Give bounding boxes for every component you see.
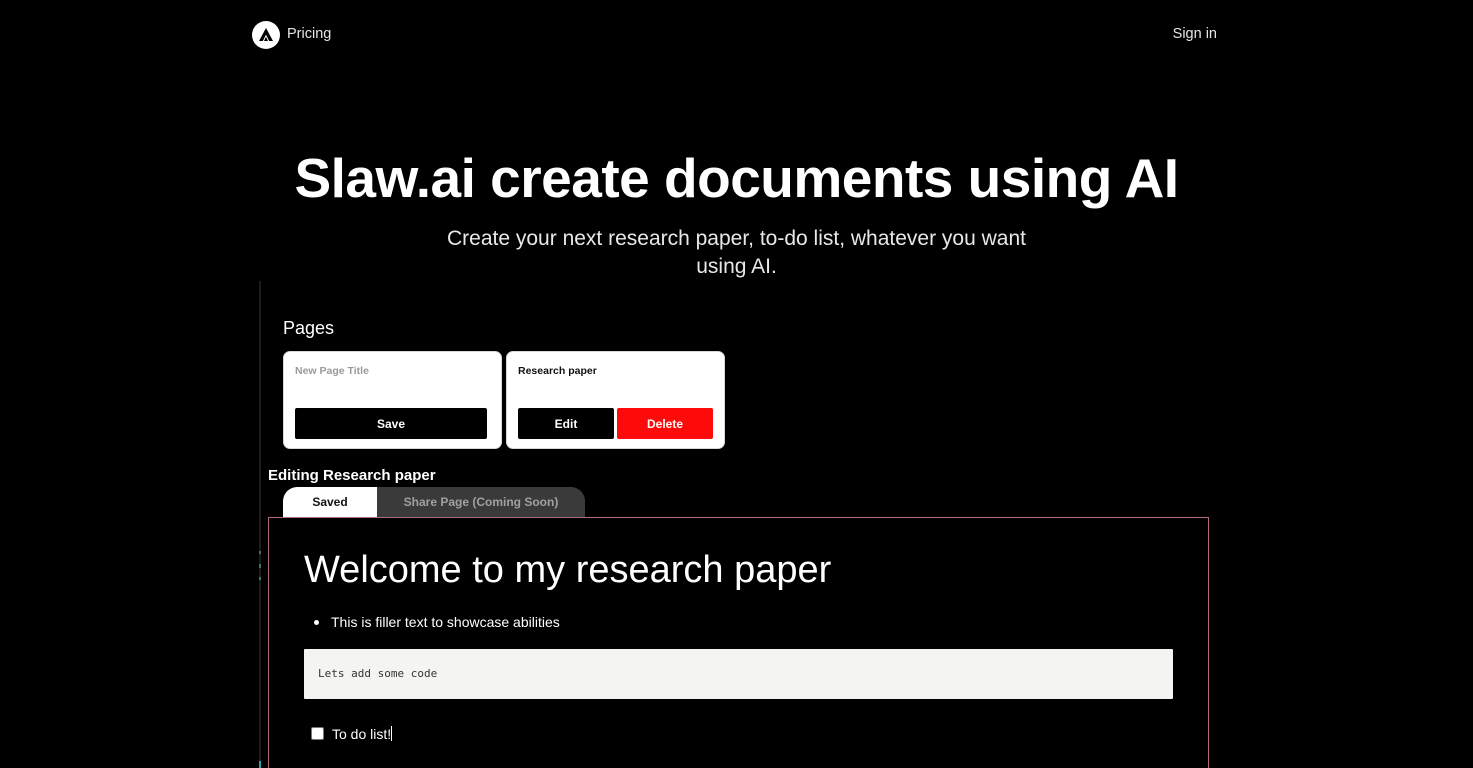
todo-label: To do list! (332, 726, 392, 742)
new-page-card: Save (283, 351, 502, 449)
demo-divider (259, 281, 261, 768)
nav-signin-link[interactable]: Sign in (1173, 26, 1217, 42)
text-caret (391, 726, 393, 741)
todo-checkbox[interactable] (311, 727, 324, 740)
save-button[interactable]: Save (295, 408, 487, 439)
todo-item[interactable]: To do list! (332, 726, 393, 742)
divider-tick (259, 761, 261, 768)
editor-bullet-item[interactable]: This is filler text to showcase abilitie… (331, 614, 560, 630)
hero-title: Slaw.ai create documents using AI (294, 147, 1179, 209)
editing-heading: Editing Research paper (268, 467, 436, 484)
editor-code-block[interactable]: Lets add some code (304, 649, 1173, 699)
edit-button[interactable]: Edit (518, 408, 614, 439)
delete-button[interactable]: Delete (617, 408, 713, 439)
triangle-logo-icon[interactable] (252, 21, 280, 49)
pages-heading: Pages (283, 318, 335, 338)
divider-tick (259, 564, 261, 568)
document-editor[interactable]: Welcome to my research paper This is fil… (268, 517, 1209, 768)
bullet-icon (314, 620, 319, 625)
tab-share-page[interactable]: Share Page (Coming Soon) (377, 487, 585, 518)
page-card-title: Research paper (518, 365, 597, 377)
landing-page: Pricing Sign in Slaw.ai create documents… (0, 0, 1473, 768)
editor-tabbar: Saved Share Page (Coming Soon) (283, 487, 585, 518)
code-text: Lets add some code (318, 667, 438, 680)
divider-tick (259, 551, 261, 554)
page-card-research-paper: Research paper Edit Delete (506, 351, 725, 449)
hero-subtitle: Create your next research paper, to-do l… (447, 227, 1026, 278)
editor-heading[interactable]: Welcome to my research paper (304, 549, 831, 592)
new-page-title-input[interactable] (295, 365, 475, 377)
divider-tick (259, 577, 261, 580)
tab-saved[interactable]: Saved (283, 487, 377, 518)
nav-pricing-link[interactable]: Pricing (287, 26, 331, 42)
